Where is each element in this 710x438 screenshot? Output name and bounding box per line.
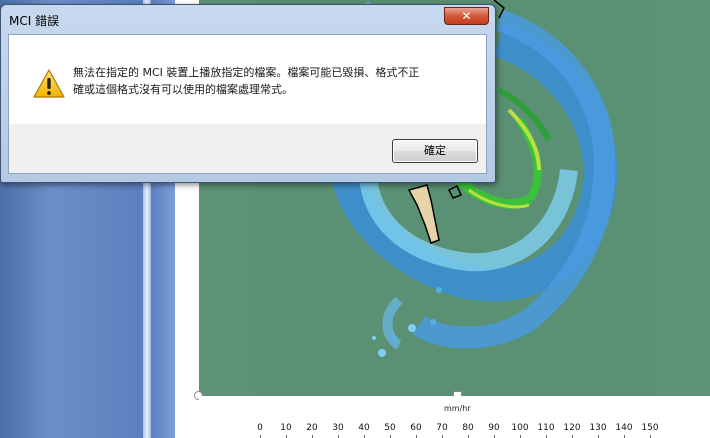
legend-tick: 130: [589, 423, 607, 433]
legend-tick: 90: [488, 423, 500, 433]
close-button[interactable]: ✕: [444, 7, 489, 25]
error-message-line: 無法在指定的 MCI 裝置上播放指定的檔案。檔案可能已毀損、格式不正: [73, 66, 420, 79]
legend-tick: 0: [257, 423, 263, 433]
legend-tick: 10: [280, 423, 292, 433]
dialog-body: 無法在指定的 MCI 裝置上播放指定的檔案。檔案可能已毀損、格式不正 確或這個格…: [8, 34, 487, 174]
ok-button[interactable]: 確定: [392, 139, 478, 163]
legend-unit-label: mm/hr: [444, 404, 471, 413]
legend-tick: 70: [436, 423, 448, 433]
legend-tick: 110: [537, 423, 555, 433]
error-message-line: 確或這個格式沒有可以使用的檔案處理常式。: [73, 83, 293, 96]
mci-error-dialog: MCI 錯誤 ✕ 無法在指定的 MCI 裝置上播放指定的檔案。檔案可能已毀損、格…: [0, 4, 496, 183]
message-area: 無法在指定的 MCI 裝置上播放指定的檔案。檔案可能已毀損、格式不正 確或這個格…: [9, 35, 486, 124]
legend-tick: 150: [641, 423, 659, 433]
color-scale-legend: mm/hr 0 10 20 30 40 50 60 70 80 90 100 1…: [199, 396, 710, 438]
warning-icon: [33, 69, 65, 98]
legend-tick: 50: [384, 423, 396, 433]
legend-tick: 20: [306, 423, 318, 433]
legend-tick: 30: [332, 423, 344, 433]
legend-tick: 40: [358, 423, 370, 433]
dialog-title-bar[interactable]: MCI 錯誤 ✕: [1, 5, 495, 33]
legend-tick: 140: [615, 423, 633, 433]
error-message: 無法在指定的 MCI 裝置上播放指定的檔案。檔案可能已毀損、格式不正 確或這個格…: [73, 64, 473, 98]
close-icon: ✕: [461, 9, 472, 23]
dialog-title: MCI 錯誤: [9, 14, 60, 28]
legend-tick: 100: [511, 423, 529, 433]
legend-tick: 60: [410, 423, 422, 433]
legend-tick: 80: [462, 423, 474, 433]
legend-tick: 120: [563, 423, 581, 433]
